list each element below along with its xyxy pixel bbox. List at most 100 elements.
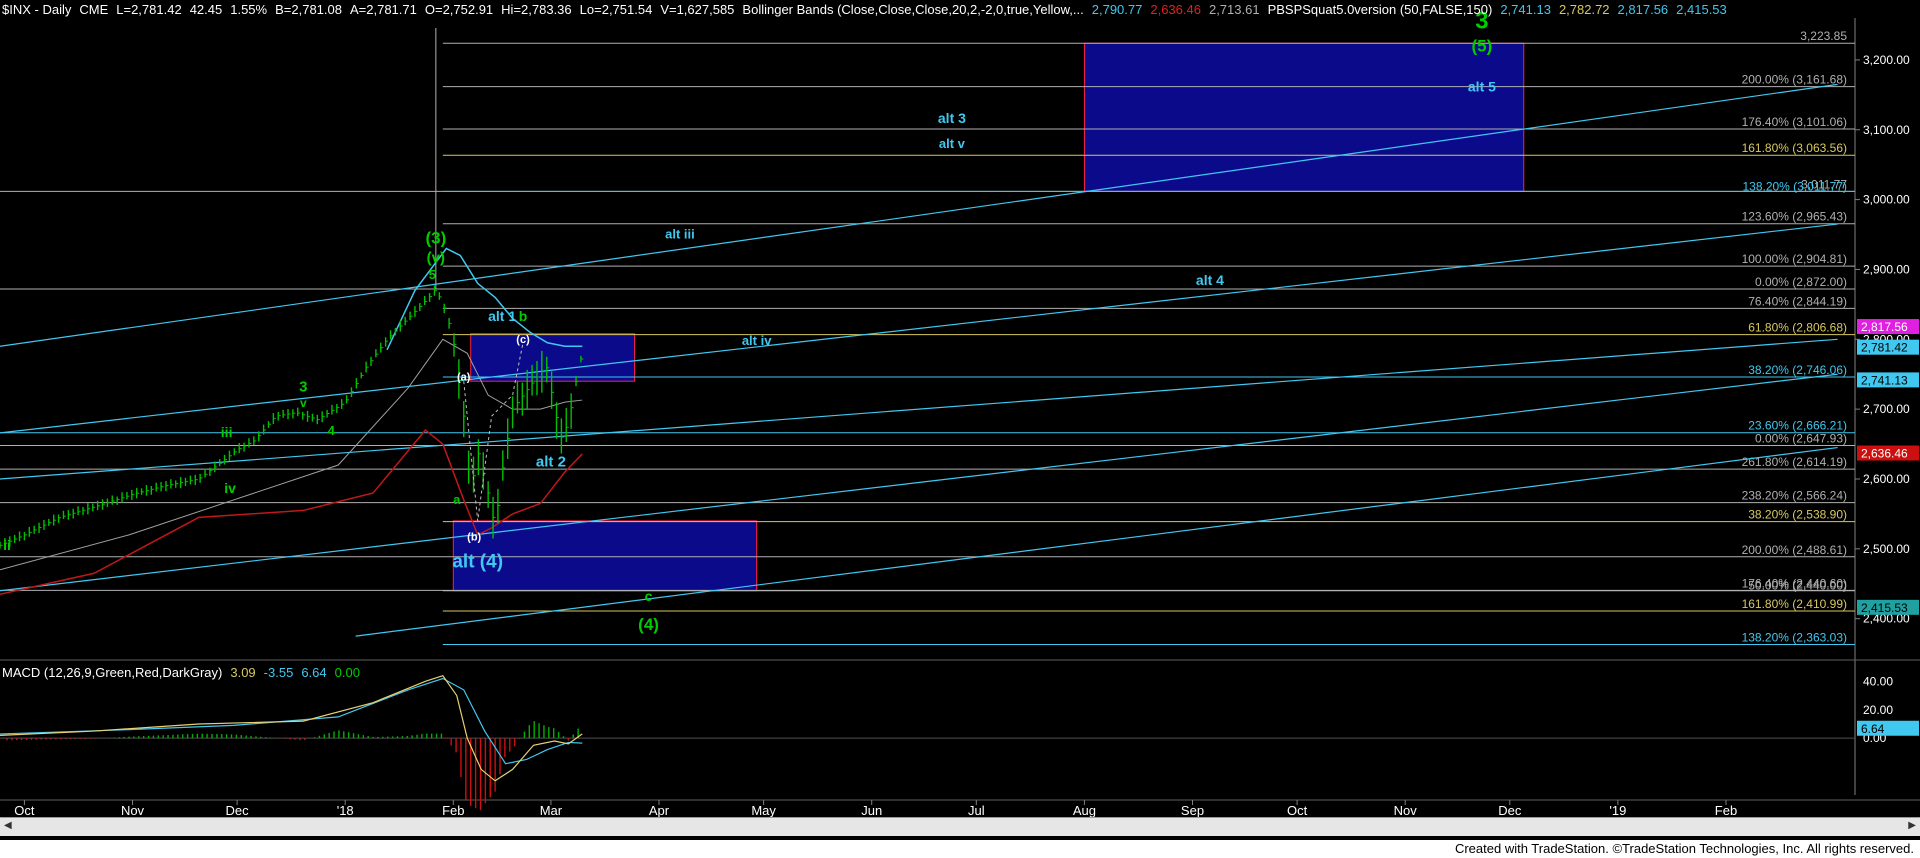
low-value: Lo=2,751.54 xyxy=(579,2,653,17)
price-tag-label: 2,741.13 xyxy=(1861,373,1908,387)
price-tag-label: 2,817.56 xyxy=(1861,320,1908,334)
y-tick-label: 2,600.00 xyxy=(1863,472,1910,486)
wave-label: a xyxy=(453,492,461,507)
indicator-value-4: 2,415.53 xyxy=(1676,2,1727,17)
wave-label: alt 4 xyxy=(1196,272,1224,288)
y-tick-label: 3,200.00 xyxy=(1863,53,1910,67)
x-tick-label: '19 xyxy=(1609,803,1626,818)
x-tick-label: Sep xyxy=(1181,803,1204,818)
x-tick-label: Dec xyxy=(226,803,250,818)
fib-label: 176.40% (3,101.06) xyxy=(1742,115,1847,129)
open-value: O=2,752.91 xyxy=(424,2,494,17)
ask-value: A=2,781.71 xyxy=(349,2,417,17)
wave-label: ii xyxy=(3,537,11,553)
wave-label: alt iii xyxy=(665,227,695,242)
chart-header: $INX - Daily CME L=2,781.42 42.45 1.55% B=2,7… xyxy=(2,2,1735,17)
price-tag-label: 2,781.42 xyxy=(1861,341,1908,355)
wave-label: (c) xyxy=(516,334,530,346)
wave-label: alt v xyxy=(939,136,966,151)
x-tick-label: May xyxy=(751,803,776,818)
fib-label: 100.00% (2,904.81) xyxy=(1742,252,1847,266)
horizontal-scrollbar[interactable]: ◀ ▶ xyxy=(0,817,1920,836)
fib-label: 50.00% (2,440.00) xyxy=(1748,579,1847,593)
fib-label: 138.20% (2,363.03) xyxy=(1742,631,1847,645)
y-tick-label: 2,700.00 xyxy=(1863,402,1910,416)
wave-label: alt 5 xyxy=(1468,78,1496,94)
trendline xyxy=(0,83,1838,347)
x-tick-label: Feb xyxy=(1715,803,1737,818)
price-tag-label: 2,636.46 xyxy=(1861,447,1908,461)
wave-label: (4) xyxy=(638,615,659,634)
x-tick-label: Jun xyxy=(861,803,882,818)
indicator-value-1: 2,741.13 xyxy=(1500,2,1551,17)
fib-label: 0.00% (2,647.93) xyxy=(1755,432,1847,446)
copyright-footer: Created with TradeStation. ©TradeStation… xyxy=(1454,841,1914,856)
change-value: 42.45 xyxy=(189,2,223,17)
fib-label: 3,223.85 xyxy=(1800,29,1847,43)
trendline xyxy=(0,223,1838,434)
wave-label: alt 1 xyxy=(488,308,516,324)
x-tick-label: Jul xyxy=(968,803,985,818)
bollinger-value-1: 2,790.77 xyxy=(1091,2,1143,17)
bollinger-label: Bollinger Bands (Close,Close,Close,20,2,… xyxy=(742,2,1084,17)
fib-label: 61.80% (2,806.68) xyxy=(1748,321,1847,335)
fib-label: 161.80% (2,410.99) xyxy=(1742,597,1847,611)
macd-y-tick-label: 20.00 xyxy=(1863,703,1893,717)
x-tick-label: Nov xyxy=(121,803,145,818)
wave-label: alt 2 xyxy=(536,453,566,470)
wave-label: 4 xyxy=(328,423,336,438)
bid-value: B=2,781.08 xyxy=(275,2,342,17)
y-tick-label: 2,900.00 xyxy=(1863,262,1910,276)
scroll-right-icon[interactable]: ▶ xyxy=(1908,820,1916,831)
macd-value-1: 3.09 xyxy=(230,665,256,680)
wave-label: alt iv xyxy=(742,333,772,348)
scroll-left-icon[interactable]: ◀ xyxy=(4,820,12,831)
symbol-label: $INX - Daily xyxy=(2,2,72,17)
fib-label: 38.20% (2,538.90) xyxy=(1748,508,1847,522)
wave-label: (v) xyxy=(427,249,445,266)
wave-label: (3) xyxy=(425,229,446,248)
wave-label: v xyxy=(300,396,307,410)
x-tick-label: Oct xyxy=(1287,803,1308,818)
exchange-label: CME xyxy=(79,2,109,17)
wave-label: (b) xyxy=(467,531,481,543)
fib-label: 200.00% (2,488.61) xyxy=(1742,543,1847,557)
macd-label: MACD (12,26,9,Green,Red,DarkGray) xyxy=(2,665,223,680)
box-alt1 xyxy=(470,333,636,382)
volume-value: V=1,627,585 xyxy=(660,2,735,17)
macd-value-3: 6.64 xyxy=(301,665,327,680)
x-tick-label: Nov xyxy=(1394,803,1418,818)
wave-label: 3 xyxy=(299,379,307,396)
high-value: Hi=2,783.36 xyxy=(501,2,572,17)
chart-svg: 3,223.85 200.00% (3,161.68) 176.40% (3,101… xyxy=(0,7,1920,818)
x-tick-label: Mar xyxy=(540,803,563,818)
wave-label: (5) xyxy=(1472,37,1493,56)
x-tick-label: Apr xyxy=(649,803,670,818)
wave-label: iv xyxy=(224,480,236,496)
x-tick-label: '18 xyxy=(337,803,354,818)
macd-value-2: -3.55 xyxy=(263,665,294,680)
fib-label: 238.20% (2,566.24) xyxy=(1742,489,1847,503)
change-percent: 1.55% xyxy=(230,2,268,17)
x-tick-label: Dec xyxy=(1498,803,1522,818)
y-tick-label: 3,100.00 xyxy=(1863,123,1910,137)
wave-label: alt 3 xyxy=(938,110,966,126)
fib-label: 76.40% (2,844.19) xyxy=(1748,294,1847,308)
macd-header: MACD (12,26,9,Green,Red,DarkGray) 3.09 -3.… xyxy=(2,665,368,680)
x-tick-label: Feb xyxy=(442,803,464,818)
price-tag-label: 2,415.53 xyxy=(1861,601,1908,615)
x-tick-label: Aug xyxy=(1073,803,1096,818)
fib-label: 0.00% (2,872.00) xyxy=(1755,275,1847,289)
target-box-alt5 xyxy=(1083,42,1525,192)
fib-label: 200.00% (3,161.68) xyxy=(1742,73,1847,87)
x-tick-label: Oct xyxy=(14,803,35,818)
wave-label: 5 xyxy=(429,267,436,282)
bollinger-value-3: 2,713.61 xyxy=(1208,2,1260,17)
macd-value-4: 0.00 xyxy=(334,665,360,680)
last-price: L=2,781.42 xyxy=(116,2,182,17)
indicator-label: PBSPSquat5.0version (50,FALSE,150) xyxy=(1267,2,1493,17)
y-tick-label: 3,000.00 xyxy=(1863,193,1910,207)
wave-label: b xyxy=(519,308,528,324)
bollinger-value-2: 2,636.46 xyxy=(1150,2,1201,17)
indicator-value-2: 2,782.72 xyxy=(1558,2,1610,17)
